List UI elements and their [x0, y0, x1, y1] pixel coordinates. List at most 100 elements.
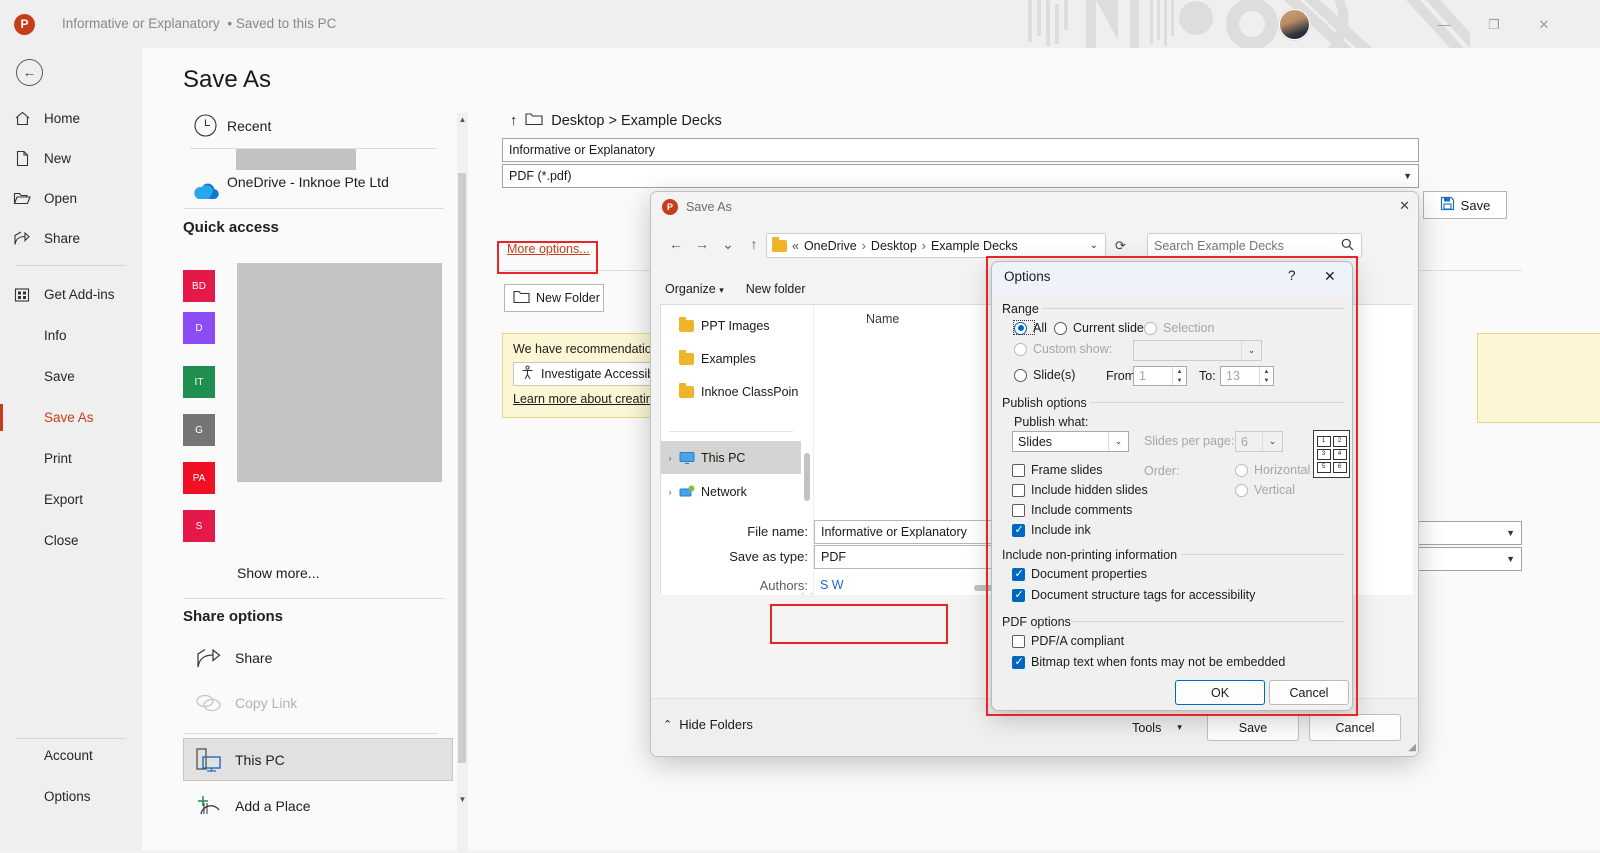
authors-value[interactable]: S W: [820, 578, 844, 592]
backstage-scrollbar-thumb[interactable]: [458, 173, 466, 763]
quick-access-tile[interactable]: S: [183, 510, 215, 542]
dialog-cancel-button[interactable]: Cancel: [1309, 714, 1401, 741]
add-a-place-action[interactable]: Add a Place: [183, 794, 311, 818]
radio-indicator[interactable]: [1054, 322, 1067, 335]
tree-item-inknoe-classpoint[interactable]: Inknoe ClassPoin: [661, 375, 801, 408]
quick-access-tile[interactable]: PA: [183, 462, 215, 494]
checkbox-include-hidden-slides[interactable]: Include hidden slides: [1012, 483, 1148, 497]
radio-current-slide[interactable]: Current slide: [1054, 321, 1144, 335]
checkbox-indicator[interactable]: [1012, 464, 1025, 477]
back-button[interactable]: ←: [16, 59, 43, 86]
sidebar-item-close[interactable]: Close: [0, 524, 142, 557]
resize-grip[interactable]: ◢: [1408, 742, 1416, 753]
tree-item-ppt-images[interactable]: PPT Images: [661, 309, 801, 342]
checkbox-include-ink[interactable]: Include ink: [1012, 523, 1091, 537]
checkbox-indicator[interactable]: [1012, 589, 1025, 602]
address-part[interactable]: OneDrive: [804, 239, 857, 253]
checkbox-document-structure-tags[interactable]: Document structure tags for accessibilit…: [1012, 588, 1255, 602]
back-icon[interactable]: ←: [663, 236, 689, 252]
search-icon[interactable]: [1341, 238, 1354, 254]
place-onedrive[interactable]: OneDrive - Inknoe Pte Ltd: [183, 174, 389, 202]
tree-item-this-pc[interactable]: › This PC: [661, 441, 801, 474]
spinner-buttons[interactable]: ▲▼: [1172, 367, 1186, 385]
scroll-up-arrow[interactable]: ▲: [457, 113, 468, 126]
checkbox-indicator[interactable]: [1012, 656, 1025, 669]
avatar[interactable]: [1279, 9, 1310, 40]
tools-button[interactable]: Tools ▾: [1111, 714, 1203, 741]
sidebar-item-print[interactable]: Print: [0, 442, 142, 475]
slides-to-input[interactable]: 13 ▲▼: [1220, 366, 1274, 386]
checkbox-indicator[interactable]: [1012, 568, 1025, 581]
sidebar-item-open[interactable]: Open: [0, 182, 142, 215]
checkbox-indicator[interactable]: [1012, 504, 1025, 517]
this-pc-row[interactable]: This PC: [183, 747, 285, 773]
close-button[interactable]: ✕: [1533, 14, 1555, 36]
sidebar-item-options[interactable]: Options: [0, 780, 142, 813]
forward-icon[interactable]: →: [689, 236, 715, 252]
twisty[interactable]: ›: [661, 453, 679, 463]
help-icon[interactable]: ?: [1288, 268, 1296, 283]
more-options-link[interactable]: More options...: [507, 242, 590, 256]
ok-button[interactable]: OK: [1175, 680, 1265, 705]
sidebar-item-save[interactable]: Save: [0, 360, 142, 393]
tree-scrollbar-thumb[interactable]: [804, 453, 810, 501]
spinner-buttons[interactable]: ▲▼: [1259, 367, 1273, 385]
spin-up-icon[interactable]: ▲: [1260, 367, 1273, 376]
hide-folders-toggle[interactable]: ⌃ Hide Folders: [663, 717, 753, 732]
tree-item-network[interactable]: › Network: [661, 475, 801, 508]
document-title[interactable]: Informative or Explanatory • Saved to th…: [62, 16, 336, 31]
sidebar-item-info[interactable]: Info: [0, 319, 142, 352]
sidebar-item-get-add-ins[interactable]: Get Add-ins: [0, 278, 142, 311]
checkbox-include-comments[interactable]: Include comments: [1012, 503, 1132, 517]
quick-access-tile[interactable]: D: [183, 312, 215, 344]
scroll-down-arrow[interactable]: ▼: [457, 793, 468, 806]
checkbox-bitmap-text[interactable]: Bitmap text when fonts may not be embedd…: [1012, 655, 1285, 669]
history-dropdown-icon[interactable]: ⌄: [715, 236, 741, 253]
new-folder-command[interactable]: New folder: [746, 282, 806, 296]
chevron-down-icon[interactable]: ⌄: [1090, 240, 1098, 251]
cancel-button[interactable]: Cancel: [1269, 680, 1349, 705]
save-button[interactable]: Save: [1423, 191, 1507, 219]
minimize-button[interactable]: —: [1433, 14, 1455, 36]
sidebar-item-export[interactable]: Export: [0, 483, 142, 516]
radio-slides[interactable]: Slide(s): [1014, 368, 1075, 382]
sidebar-item-save-as[interactable]: Save As: [0, 401, 142, 434]
show-more-link[interactable]: Show more...: [237, 565, 319, 581]
search-input[interactable]: Search Example Decks: [1147, 233, 1362, 258]
organize-menu[interactable]: Organize ▾: [665, 282, 724, 296]
checkbox-indicator[interactable]: [1012, 635, 1025, 648]
quick-access-tile[interactable]: G: [183, 414, 215, 446]
spin-up-icon[interactable]: ▲: [1173, 367, 1186, 376]
sidebar-item-share[interactable]: Share: [0, 222, 142, 255]
close-icon[interactable]: ✕: [1399, 198, 1410, 214]
checkbox-document-properties[interactable]: Document properties: [1012, 567, 1147, 581]
file-type-select[interactable]: PDF (*.pdf) ▼: [502, 164, 1419, 188]
address-part[interactable]: Example Decks: [931, 239, 1018, 253]
quick-access-tile[interactable]: IT: [183, 366, 215, 398]
close-icon[interactable]: ✕: [1324, 268, 1336, 285]
checkbox-indicator[interactable]: [1012, 524, 1025, 537]
quick-access-tile[interactable]: BD: [183, 270, 215, 302]
publish-what-select[interactable]: Slides ⌄: [1012, 431, 1129, 452]
sidebar-item-home[interactable]: Home: [0, 102, 142, 135]
twisty[interactable]: ›: [661, 487, 679, 497]
tree-item-examples[interactable]: Examples: [661, 342, 801, 375]
radio-indicator[interactable]: [1014, 369, 1027, 382]
spin-down-icon[interactable]: ▼: [1260, 376, 1273, 385]
sidebar-item-account[interactable]: Account: [0, 739, 142, 772]
place-recent[interactable]: Recent: [183, 113, 271, 138]
checkbox-pdfa-compliant[interactable]: PDF/A compliant: [1012, 634, 1124, 648]
checkbox-frame-slides[interactable]: Frame slides: [1012, 463, 1103, 477]
dialog-save-button[interactable]: Save: [1207, 714, 1299, 741]
spin-down-icon[interactable]: ▼: [1173, 376, 1186, 385]
sidebar-item-new[interactable]: New: [0, 142, 142, 175]
breadcrumb[interactable]: ↑ Desktop > Example Decks: [510, 112, 722, 130]
column-header-name[interactable]: Name: [866, 312, 899, 326]
restore-button[interactable]: ❐: [1483, 14, 1505, 36]
file-name-input[interactable]: Informative or Explanatory: [502, 138, 1419, 162]
address-part[interactable]: Desktop: [871, 239, 917, 253]
checkbox-indicator[interactable]: [1012, 484, 1025, 497]
slides-from-input[interactable]: 1 ▲▼: [1133, 366, 1187, 386]
address-bar[interactable]: « OneDrive › Desktop › Example Decks ⌄: [766, 233, 1106, 258]
new-folder-button[interactable]: New Folder: [504, 284, 604, 312]
